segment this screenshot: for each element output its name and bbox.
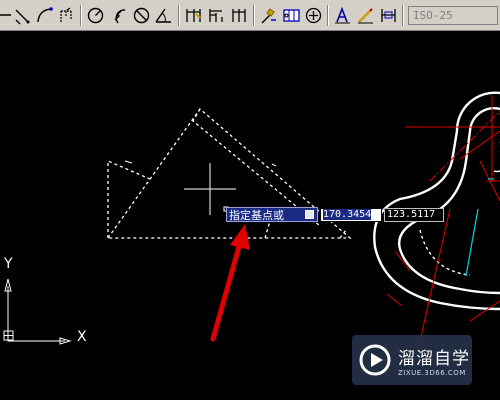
x-coordinate-value: 170.3454 — [323, 209, 372, 220]
ucs-x-label: X — [77, 329, 87, 345]
quick-dimension-icon[interactable] — [183, 5, 204, 26]
center-mark-icon[interactable] — [303, 5, 324, 26]
mechanical-part — [373, 91, 500, 311]
dim-aligned-icon[interactable] — [12, 5, 33, 26]
play-logo-icon — [359, 344, 391, 376]
dim-arc-length-icon[interactable] — [34, 5, 55, 26]
toolbar-separator — [327, 5, 329, 26]
watermark-url: ZIXUE.3D66.COM — [398, 368, 466, 377]
dim-style-select[interactable]: ISO-25 — [408, 6, 498, 25]
prompt-text: 指定基点或 — [229, 208, 284, 222]
toolbar-separator — [80, 5, 82, 26]
toolbar-separator — [253, 5, 255, 26]
y-coordinate-input[interactable]: 123.5117 — [384, 208, 444, 222]
dim-style-value: ISO-25 — [413, 9, 453, 22]
dimension-toolbar: ISO-25 — [0, 0, 500, 31]
options-down-arrow-icon[interactable] — [305, 210, 314, 219]
dim-text-edit-icon[interactable] — [355, 5, 376, 26]
dim-update-icon[interactable] — [378, 5, 399, 26]
x-coordinate-input[interactable]: 170.3454 — [320, 208, 382, 222]
dim-diameter-icon[interactable] — [131, 5, 152, 26]
annotation-arrow — [210, 224, 250, 342]
ucs-icon — [3, 278, 72, 345]
dim-radius-icon[interactable] — [85, 5, 106, 26]
quick-leader-icon[interactable] — [258, 5, 279, 26]
y-coordinate-value: 123.5117 — [387, 209, 436, 220]
toolbar-separator — [178, 5, 180, 26]
toolbar-separator — [402, 5, 404, 26]
tolerance-icon[interactable] — [281, 5, 302, 26]
dim-continue-icon[interactable] — [229, 5, 250, 26]
dim-ordinate-icon[interactable] — [56, 5, 77, 26]
watermark-title: 溜溜自学 — [398, 348, 470, 369]
watermark: 溜溜自学 ZIXUE.3D66.COM — [352, 335, 472, 385]
dim-jogged-icon[interactable] — [108, 5, 129, 26]
dynamic-input-prompt: 指定基点或 — [226, 207, 318, 222]
dim-baseline-icon[interactable] — [206, 5, 227, 26]
dim-angular-icon[interactable] — [153, 5, 174, 26]
ucs-y-label: Y — [4, 256, 13, 272]
dim-edit-icon[interactable] — [332, 5, 353, 26]
